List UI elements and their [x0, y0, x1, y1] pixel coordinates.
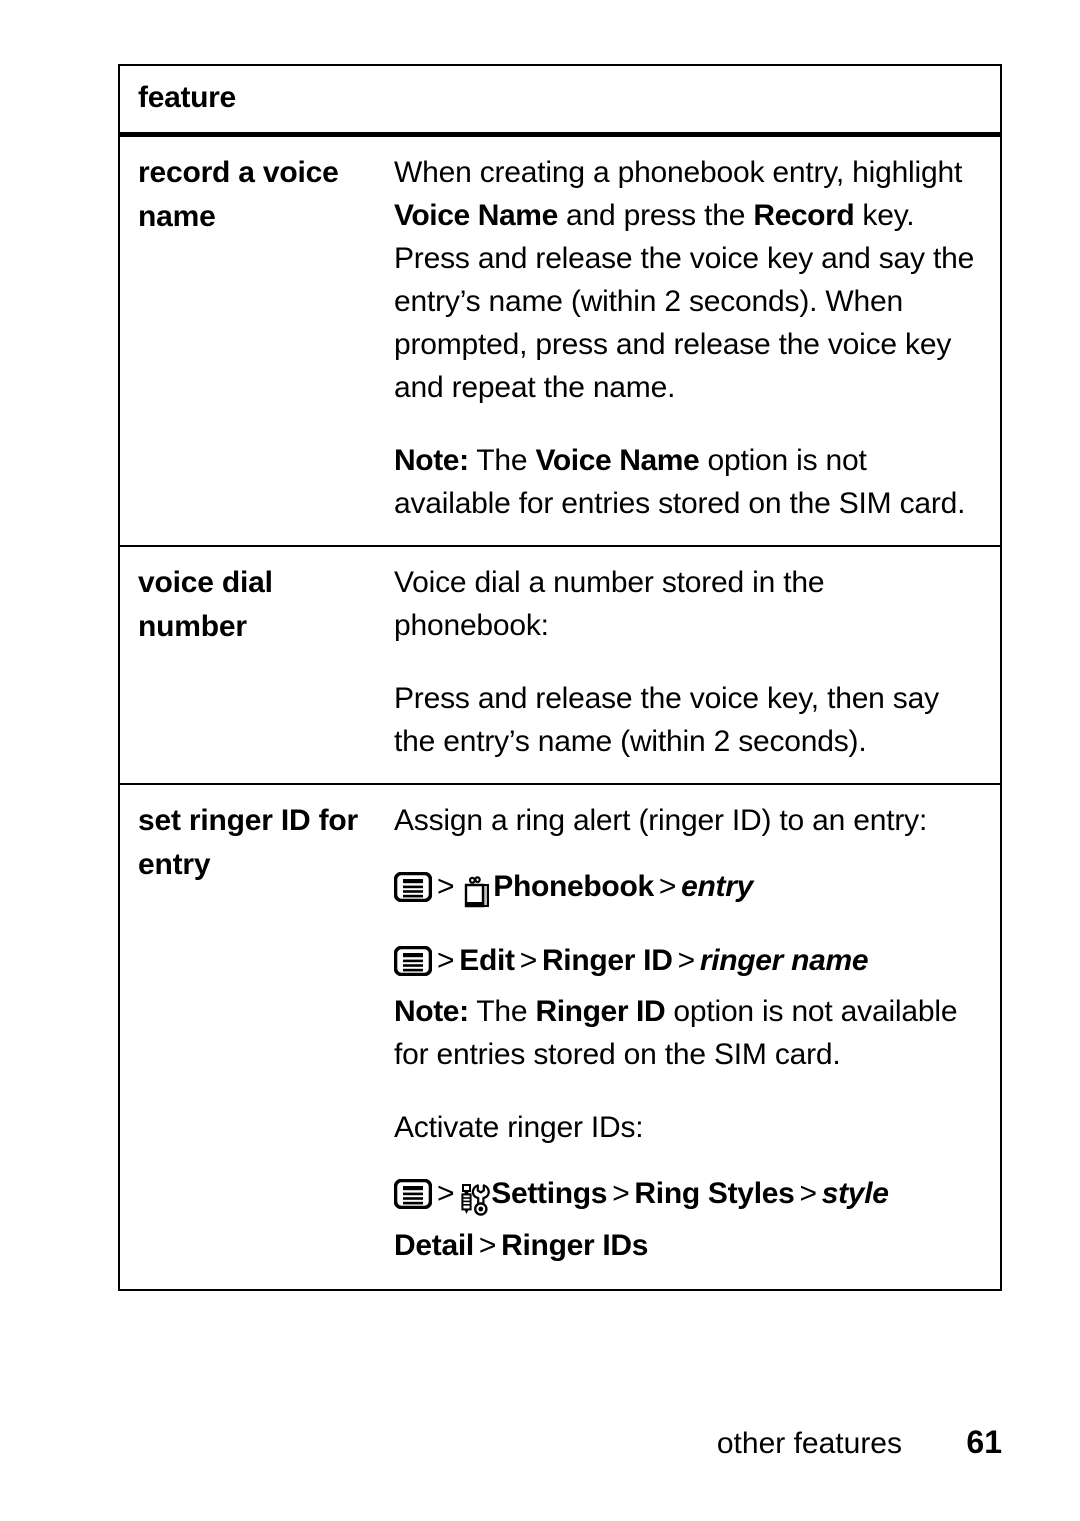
path-item-label: Ringer ID	[541, 944, 673, 977]
phonebook-icon	[459, 870, 493, 916]
path-item-label: Edit	[459, 944, 515, 977]
note-paragraph: Note: The Ringer ID option is not availa…	[394, 990, 986, 1076]
menu-icon	[393, 944, 433, 990]
text-run: Press and release the voice key, then sa…	[394, 682, 939, 758]
path-item-label: Ring Styles	[634, 1177, 795, 1210]
text-run: and press the	[557, 199, 754, 232]
text-run: The	[468, 995, 536, 1028]
feature-cell: record a voice name	[120, 137, 394, 257]
path-separator: >	[478, 1229, 497, 1262]
path-item-variable: style	[821, 1177, 889, 1210]
description-paragraph: When creating a phonebook entry, highlig…	[394, 151, 986, 409]
path-separator: >	[437, 870, 455, 903]
menu-path: > Phonebook > entry	[393, 864, 986, 916]
path-item-label: Phonebook	[493, 870, 654, 903]
settings-tools-icon	[459, 1177, 491, 1223]
description-paragraph: Assign a ring alert (ringer ID) to an en…	[394, 799, 986, 842]
text-run: The	[468, 444, 536, 477]
text-run: Assign a ring alert (ringer ID) to an en…	[394, 804, 928, 837]
text-run-bold: Voice Name	[394, 199, 558, 232]
feature-cell: voice dial number	[120, 547, 394, 667]
path-separator: >	[437, 1177, 455, 1210]
table-header-row: feature	[120, 66, 1000, 137]
path-item-variable: entry	[681, 870, 753, 903]
feature-label: set ringer ID for entry	[138, 804, 358, 881]
note-label: Note:	[394, 444, 469, 477]
description-paragraph: Press and release the voice key, then sa…	[394, 677, 986, 763]
footer-page-number: 61	[966, 1424, 1002, 1460]
path-separator: >	[677, 944, 696, 977]
manual-page: feature record a voice name When creatin…	[0, 0, 1080, 1521]
note-paragraph: Note: The Voice Name option is not avail…	[394, 439, 986, 525]
menu-icon	[393, 1177, 433, 1223]
description-cell: Assign a ring alert (ringer ID) to an en…	[393, 785, 1000, 1289]
path-separator: >	[799, 1177, 818, 1210]
description-paragraph: Voice dial a number stored in the phoneb…	[394, 561, 986, 647]
path-separator: >	[612, 1177, 630, 1210]
description-cell: Voice dial a number stored in the phoneb…	[394, 547, 1000, 783]
feature-label: record a voice name	[138, 156, 339, 233]
path-separator: >	[437, 944, 455, 977]
text-run-bold: Ringer ID	[535, 995, 666, 1028]
menu-icon	[393, 870, 433, 916]
description-paragraph: Activate ringer IDs:	[394, 1106, 986, 1149]
note-label: Note:	[394, 995, 469, 1028]
path-item-label: Settings	[491, 1177, 608, 1210]
menu-path: > Settings > Ring Styles > style Detail …	[393, 1171, 986, 1269]
text-run: When creating a phonebook entry, highlig…	[394, 156, 963, 189]
table-row: record a voice name When creating a phon…	[120, 137, 1000, 547]
column-header-feature: feature	[138, 81, 236, 114]
footer-section-title: other features	[716, 1427, 902, 1460]
text-run-bold: Voice Name	[535, 444, 700, 477]
feature-label: voice dial number	[138, 566, 273, 643]
text-run-bold: Record	[753, 199, 855, 232]
table-row: voice dial number Voice dial a number st…	[120, 547, 1000, 785]
description-cell: When creating a phonebook entry, highlig…	[394, 137, 1000, 545]
path-item-label: Ringer IDs	[501, 1229, 649, 1262]
feature-cell: set ringer ID for entry	[120, 785, 394, 905]
text-run: Voice dial a number stored in the phoneb…	[394, 566, 825, 642]
path-separator: >	[519, 944, 538, 977]
menu-path: > Edit > Ringer ID > ringer name	[393, 938, 986, 990]
text-run: Activate ringer IDs:	[394, 1111, 644, 1144]
page-footer: other features 61	[0, 1424, 1002, 1461]
feature-table: feature record a voice name When creatin…	[118, 64, 1002, 1291]
path-separator: >	[658, 870, 677, 903]
table-row: set ringer ID for entry Assign a ring al…	[120, 785, 1000, 1289]
path-item-label: Detail	[394, 1229, 474, 1262]
path-item-variable: ringer name	[699, 944, 869, 977]
